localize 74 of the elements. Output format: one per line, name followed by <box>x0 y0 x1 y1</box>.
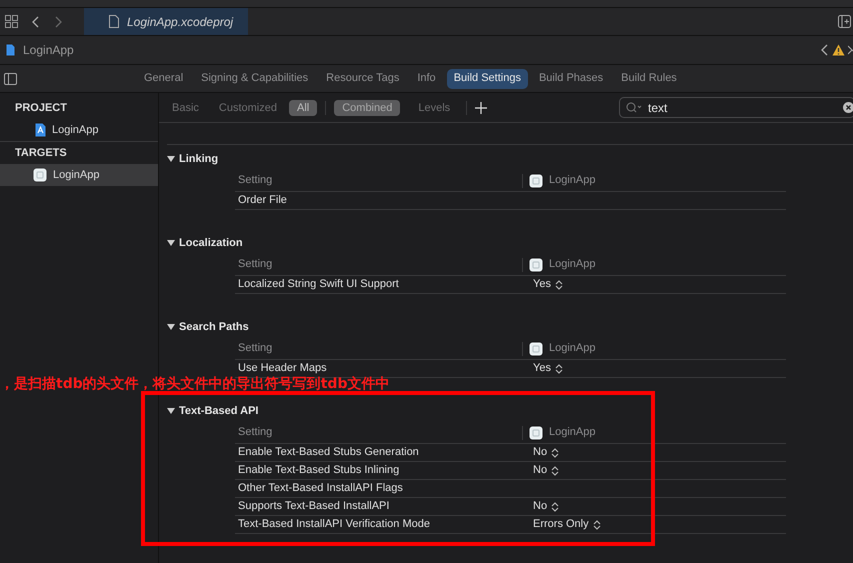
stepper-icon <box>554 364 563 374</box>
warning-icon[interactable] <box>832 44 845 56</box>
target-icon <box>529 258 543 272</box>
setting-value-popup[interactable]: No <box>533 444 560 461</box>
breadcrumb-item[interactable]: LoginApp <box>23 41 74 59</box>
setting-value-popup[interactable]: No <box>533 498 560 515</box>
target-icon <box>529 342 543 356</box>
view-filter-tab[interactable]: Levels <box>410 100 458 116</box>
disclosure-triangle-icon[interactable] <box>167 239 175 247</box>
section-title: Text-Based API <box>179 404 258 419</box>
sidebar-item[interactable]: LoginApp <box>0 119 158 141</box>
scope-filter-tab[interactable]: All <box>288 100 318 116</box>
annotation-text: ，是扫描tdb的头文件，将头文件中的导出符号写到tdb文件中 <box>0 377 390 391</box>
setting-name: Use Header Maps <box>238 361 328 376</box>
editor-tab[interactable]: Info <box>410 68 443 88</box>
target-icon <box>529 174 543 188</box>
project-file-icon <box>6 44 15 56</box>
column-header: LoginApp <box>549 425 596 440</box>
search-field[interactable]: text <box>619 97 853 118</box>
setting-name: Enable Text-Based Stubs Inlining <box>238 463 400 478</box>
section-title: Search Paths <box>179 320 249 335</box>
stepper-icon <box>551 502 560 512</box>
editor-tab[interactable]: Resource Tags <box>319 68 406 88</box>
setting-name: Order File <box>238 193 288 208</box>
setting-name: Other Text-Based InstallAPI Flags <box>238 481 404 496</box>
disclosure-triangle-icon[interactable] <box>167 155 175 163</box>
sidebar-toggle-icon[interactable] <box>4 72 17 84</box>
editor-tab[interactable]: Signing & Capabilities <box>194 68 316 88</box>
stepper-icon <box>551 466 560 476</box>
column-header: LoginApp <box>549 341 596 356</box>
disclosure-triangle-icon[interactable] <box>167 323 175 331</box>
setting-value-popup[interactable]: Errors Only <box>533 516 601 533</box>
setting-value-popup[interactable]: Yes <box>533 276 563 293</box>
column-header: Setting <box>238 425 274 440</box>
plus-icon[interactable] <box>475 102 488 114</box>
section-title: Linking <box>179 152 218 167</box>
column-header: LoginApp <box>549 257 596 272</box>
column-header: Setting <box>238 257 274 272</box>
column-header: Setting <box>238 341 274 356</box>
file-tab[interactable]: LoginApp.xcodeproj <box>84 8 248 35</box>
setting-value-popup[interactable]: No <box>533 462 560 479</box>
editor-tab[interactable]: Build Phases <box>532 68 610 88</box>
scope-filter-tab[interactable]: Basic <box>164 100 207 116</box>
setting-name: Supports Text-Based InstallAPI <box>238 499 390 514</box>
clear-icon[interactable] <box>843 102 853 113</box>
target-icon <box>33 168 47 182</box>
sidebar-group-title: PROJECT <box>14 100 68 116</box>
disclosure-triangle-icon[interactable] <box>167 407 175 415</box>
editor-tab[interactable]: Build Settings <box>446 68 528 88</box>
stepper-icon <box>554 280 563 290</box>
column-header: LoginApp <box>549 173 596 188</box>
search-icon <box>626 102 642 113</box>
document-icon <box>109 15 119 28</box>
editor-tab[interactable]: General <box>137 68 190 88</box>
project-file-icon <box>35 123 46 137</box>
add-editor-icon[interactable] <box>838 15 851 28</box>
setting-value-popup[interactable]: Yes <box>533 360 563 377</box>
setting-name: Text-Based InstallAPI Verification Mode <box>238 517 431 532</box>
setting-name: Localized String Swift UI Support <box>238 277 400 292</box>
stepper-icon <box>551 448 560 458</box>
column-header: Setting <box>238 173 274 188</box>
sidebar-item[interactable]: LoginApp <box>0 164 158 186</box>
back-icon[interactable] <box>821 44 828 56</box>
setting-name: Enable Text-Based Stubs Generation <box>238 445 420 460</box>
section-title: Localization <box>179 236 243 251</box>
target-icon <box>529 426 543 440</box>
grid-icon[interactable] <box>5 15 18 28</box>
editor-tab[interactable]: Build Rules <box>614 68 684 88</box>
forward-icon[interactable] <box>55 16 62 28</box>
view-filter-tab[interactable]: Combined <box>334 100 400 116</box>
stepper-icon <box>592 520 601 530</box>
back-icon[interactable] <box>32 16 39 28</box>
sidebar-group-title: TARGETS <box>14 146 68 161</box>
scope-filter-tab[interactable]: Customized <box>210 100 285 116</box>
